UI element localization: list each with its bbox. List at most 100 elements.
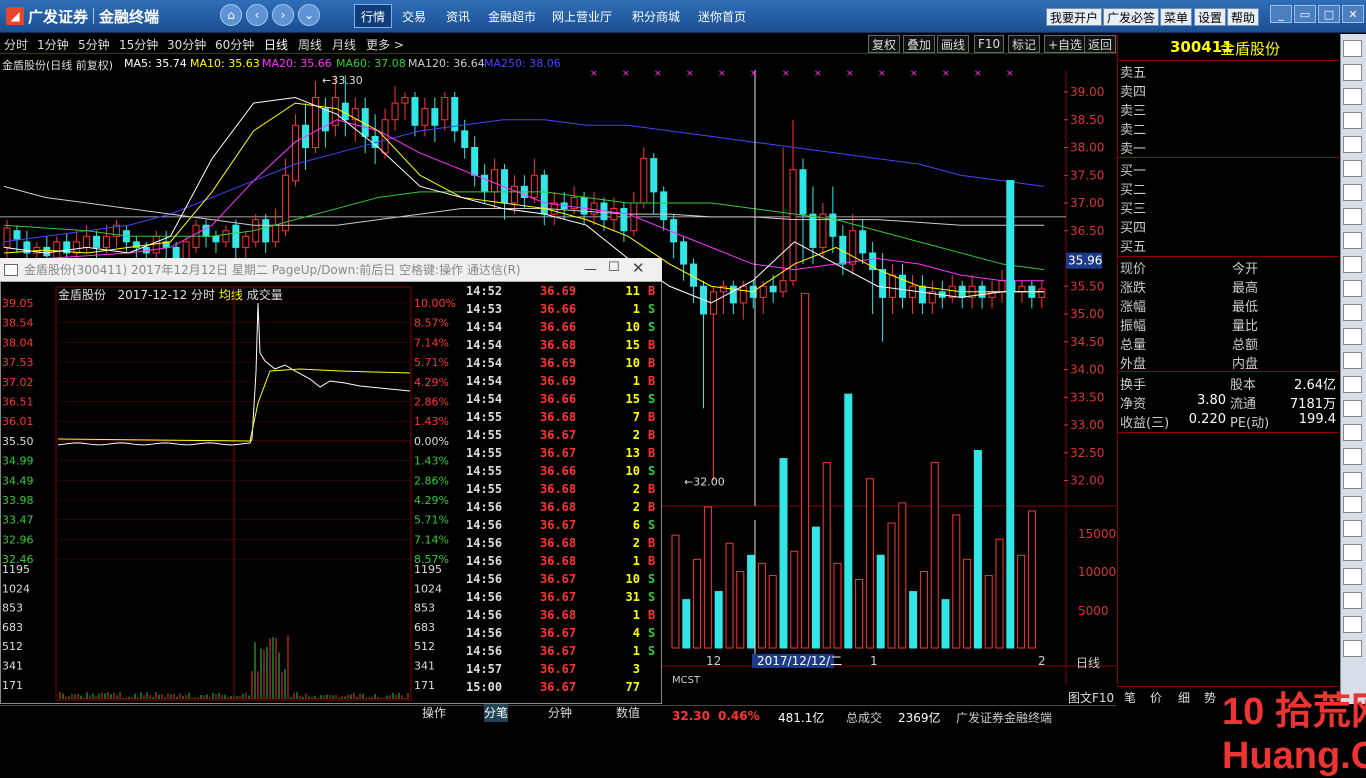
right-tab-0[interactable]: 图文F10 — [1068, 689, 1114, 706]
tool-button-5[interactable]: +自选 — [1044, 35, 1086, 53]
quote-right-4: 总额 — [1232, 334, 1258, 353]
popup-titlebar[interactable]: 金盾股份(300411) 2017年12月12日 星期二 PageUp/Down… — [0, 258, 662, 282]
nav-tab-4[interactable]: 网上营业厅 — [546, 4, 618, 28]
side-tool-icon[interactable] — [1343, 136, 1362, 153]
high-marker: ←33.30 — [322, 74, 363, 87]
period-tab-0[interactable]: 分时 — [4, 36, 28, 53]
period-tab-9[interactable]: 更多 > — [366, 36, 404, 53]
tool-button-1[interactable]: 叠加 — [903, 35, 935, 53]
side-tool-icon[interactable] — [1343, 112, 1362, 129]
side-tool-icon[interactable] — [1343, 304, 1362, 321]
tick-volume: 7 — [610, 410, 640, 424]
tick-volume: 1 — [610, 608, 640, 622]
right-tab-2[interactable]: 价 — [1150, 689, 1162, 706]
nav-tab-3[interactable]: 金融超市 — [482, 4, 542, 28]
tick-side: B — [648, 410, 655, 424]
side-tool-icon[interactable] — [1343, 280, 1362, 297]
candle-body — [909, 286, 915, 297]
side-tool-icon[interactable] — [1343, 448, 1362, 465]
expand-icon[interactable]: ⌄ — [298, 4, 320, 26]
quote-left-3: 振幅 — [1120, 315, 1146, 334]
candle-body — [999, 281, 1005, 292]
tool-button-6[interactable]: 返回 — [1084, 35, 1116, 53]
quote-right-0: 今开 — [1232, 258, 1258, 277]
popup-maximize-icon[interactable]: ☐ — [608, 260, 620, 275]
restore-icon[interactable]: ▭ — [1294, 5, 1316, 23]
right-tab-4[interactable]: 势 — [1204, 689, 1216, 706]
period-tab-4[interactable]: 30分钟 — [167, 36, 206, 53]
side-tool-icon[interactable] — [1343, 496, 1362, 513]
quote-left-4: 总量 — [1120, 334, 1146, 353]
intraday-vol-tick-right: 853 — [414, 602, 435, 615]
popup-minimize-icon[interactable]: — — [584, 262, 597, 277]
side-tool-icon[interactable] — [1343, 352, 1362, 369]
intraday-chart[interactable]: 39.05 38.54 38.04 37.53 37.02 36.51 36.01 35.50… — [0, 283, 462, 703]
nav-tab-6[interactable]: 迷你首页 — [692, 4, 752, 28]
candle-body — [681, 242, 687, 264]
nav-tab-2[interactable]: 资讯 — [440, 4, 476, 28]
period-tab-7[interactable]: 周线 — [298, 36, 322, 53]
side-tool-icon[interactable] — [1343, 328, 1362, 345]
candle-body — [233, 225, 239, 247]
period-tab-5[interactable]: 60分钟 — [215, 36, 254, 53]
side-tool-icon[interactable] — [1343, 376, 1362, 393]
side-tool-icon[interactable] — [1343, 592, 1362, 609]
popup-tab-2[interactable]: 分钟 — [548, 704, 572, 722]
side-tool-icon[interactable] — [1343, 88, 1362, 105]
side-tool-icon[interactable] — [1343, 616, 1362, 633]
top-button-2[interactable]: 菜单 — [1160, 8, 1192, 26]
side-tool-icon[interactable] — [1343, 232, 1362, 249]
period-tab-1[interactable]: 1分钟 — [37, 36, 69, 53]
side-tool-icon[interactable] — [1343, 640, 1362, 657]
tool-button-0[interactable]: 复权 — [868, 35, 900, 53]
right-tab-3[interactable]: 细 — [1178, 689, 1190, 706]
side-tool-icon[interactable] — [1343, 160, 1362, 177]
period-tab-6[interactable]: 日线 — [264, 36, 288, 53]
forward-icon[interactable]: › — [272, 4, 294, 26]
tool-button-4[interactable]: 标记 — [1008, 35, 1040, 53]
side-tool-icon[interactable] — [1343, 40, 1362, 57]
popup-tab-1[interactable]: 分笔 — [484, 704, 508, 722]
side-tool-icon[interactable] — [1343, 568, 1362, 585]
tool-button-2[interactable]: 画线 — [937, 35, 969, 53]
maximize-icon[interactable]: □ — [1318, 5, 1340, 23]
tick-time: 15:00 — [466, 680, 502, 694]
popup-close-icon[interactable]: ✕ — [632, 259, 645, 277]
volume-bar — [856, 579, 863, 648]
period-tab-2[interactable]: 5分钟 — [78, 36, 110, 53]
side-tool-icon[interactable] — [1343, 208, 1362, 225]
side-tool-icon[interactable] — [1343, 520, 1362, 537]
side-tool-icon[interactable] — [1343, 544, 1362, 561]
nav-tab-0[interactable]: 行情 — [354, 4, 392, 28]
top-button-4[interactable]: 帮助 — [1227, 8, 1259, 26]
back-icon[interactable]: ‹ — [246, 4, 268, 26]
top-button-1[interactable]: 广发必答 — [1103, 8, 1159, 26]
tick-side: B — [648, 356, 655, 370]
side-tool-icon[interactable] — [1343, 400, 1362, 417]
candle-body — [740, 286, 746, 303]
candle-body — [84, 236, 90, 247]
close-icon[interactable]: ✕ — [1342, 5, 1364, 23]
period-tab-8[interactable]: 月线 — [332, 36, 356, 53]
top-button-0[interactable]: 我要开户 — [1046, 8, 1102, 26]
top-button-3[interactable]: 设置 — [1194, 8, 1226, 26]
volume-bar — [942, 600, 949, 648]
popup-tab-3[interactable]: 数值 — [616, 704, 640, 722]
intraday-pct-tick: 2.86% — [414, 474, 449, 487]
tool-button-3[interactable]: F10 — [974, 35, 1004, 53]
side-tool-icon[interactable] — [1343, 472, 1362, 489]
nav-tab-5[interactable]: 积分商城 — [626, 4, 686, 28]
minimize-icon[interactable]: _ — [1270, 5, 1292, 23]
price-tick: 34.50 — [1070, 335, 1104, 349]
period-tab-3[interactable]: 15分钟 — [119, 36, 158, 53]
price-tick: 32.50 — [1070, 446, 1104, 460]
nav-tab-1[interactable]: 交易 — [396, 4, 432, 28]
tick-price: 36.68 — [540, 500, 576, 514]
side-tool-icon[interactable] — [1343, 424, 1362, 441]
side-tool-icon[interactable] — [1343, 64, 1362, 81]
right-tab-1[interactable]: 笔 — [1124, 689, 1136, 706]
home-icon[interactable]: ⌂ — [220, 4, 242, 26]
popup-tab-0[interactable]: 操作 — [422, 704, 446, 722]
side-tool-icon[interactable] — [1343, 256, 1362, 273]
side-tool-icon[interactable] — [1343, 184, 1362, 201]
